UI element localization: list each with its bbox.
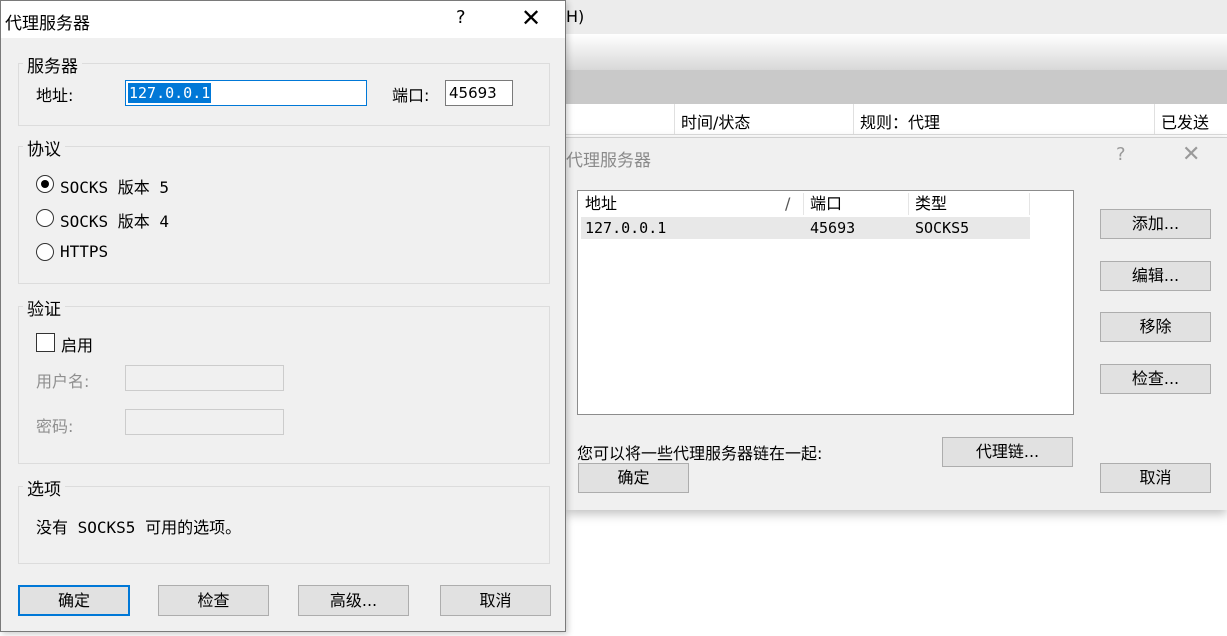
edit-button[interactable]: 编辑... (1100, 261, 1211, 291)
port-input[interactable]: 45693 (445, 80, 513, 106)
proxy-chain-label: 您可以将一些代理服务器链在一起: (577, 444, 823, 463)
username-input[interactable] (125, 365, 284, 391)
column-header-port[interactable]: 端口 (810, 193, 842, 215)
options-text: 没有 SOCKS5 可用的选项。 (36, 518, 242, 537)
column-header-address[interactable]: 地址 (585, 193, 617, 215)
table-row[interactable]: 127.0.0.1 45693 SOCKS5 (581, 217, 1030, 239)
cancel-button[interactable]: 取消 (440, 585, 551, 616)
cancel-button[interactable]: 取消 (1100, 463, 1211, 493)
https-label[interactable]: HTTPS (60, 242, 108, 261)
proxy-table[interactable]: 地址 / 端口 类型 127.0.0.1 45693 SOCKS5 (577, 190, 1074, 415)
column-header-sent[interactable]: 已发送 (1161, 109, 1209, 133)
close-icon[interactable]: ✕ (521, 4, 541, 32)
port-label: 端口: (392, 86, 430, 105)
help-icon[interactable]: ? (1116, 144, 1126, 165)
column-header-type[interactable]: 类型 (915, 193, 947, 215)
address-input[interactable]: 127.0.0.1 (125, 80, 367, 106)
column-header-time-status[interactable]: 时间/状态 (681, 109, 750, 133)
https-radio[interactable] (36, 243, 54, 261)
background-table-header: 时间/状态 规则：代理 已发送 (566, 104, 1227, 135)
proxy-list-dialog-title: 代理服务器 (566, 151, 651, 171)
enable-auth-label[interactable]: 启用 (61, 332, 93, 356)
username-label: 用户名: (36, 372, 90, 391)
dialog-title: 代理服务器 (5, 14, 90, 34)
socks4-label[interactable]: SOCKS 版本 4 (60, 208, 169, 232)
proxy-server-dialog: 代理服务器 ? ✕ 服务器 地址: 127.0.0.1 端口: 45693 协议… (0, 0, 566, 632)
cell-type: SOCKS5 (915, 219, 970, 237)
options-group-legend: 选项 (23, 475, 65, 500)
enable-auth-checkbox[interactable] (36, 333, 55, 352)
check-button[interactable]: 检查 (158, 585, 269, 616)
auth-group (18, 306, 550, 464)
sort-indicator: / (785, 194, 791, 213)
ok-button[interactable]: 确定 (578, 463, 689, 493)
address-value: 127.0.0.1 (128, 83, 212, 103)
port-value: 45693 (449, 84, 497, 102)
check-button[interactable]: 检查... (1100, 364, 1211, 394)
close-icon[interactable]: ✕ (1182, 142, 1200, 167)
address-label: 地址: (36, 86, 74, 105)
remove-button[interactable]: 移除 (1100, 312, 1211, 342)
password-label: 密码: (36, 417, 74, 436)
help-icon[interactable]: ? (456, 7, 466, 28)
socks4-radio[interactable] (36, 209, 54, 227)
socks5-label[interactable]: SOCKS 版本 5 (60, 174, 169, 198)
background-menu-fragment: H) (566, 7, 585, 26)
advanced-button[interactable]: 高级... (298, 585, 409, 616)
proxy-chain-button[interactable]: 代理链... (942, 437, 1073, 467)
auth-group-legend: 验证 (23, 295, 65, 320)
proxy-list-dialog: 代理服务器 ? ✕ 地址 / 端口 类型 127.0.0.1 45693 SOC… (566, 137, 1227, 510)
ok-button[interactable]: 确定 (18, 585, 130, 616)
add-button[interactable]: 添加... (1100, 209, 1211, 239)
cell-port: 45693 (810, 219, 856, 237)
cell-address: 127.0.0.1 (585, 219, 667, 237)
dialog-title-bar: 代理服务器 ? ✕ (1, 1, 565, 38)
column-header-rule-proxy[interactable]: 规则：代理 (860, 109, 940, 133)
socks5-radio[interactable] (36, 175, 54, 193)
protocol-group-legend: 协议 (23, 135, 65, 160)
server-group-legend: 服务器 (23, 52, 82, 77)
password-input[interactable] (125, 409, 284, 435)
